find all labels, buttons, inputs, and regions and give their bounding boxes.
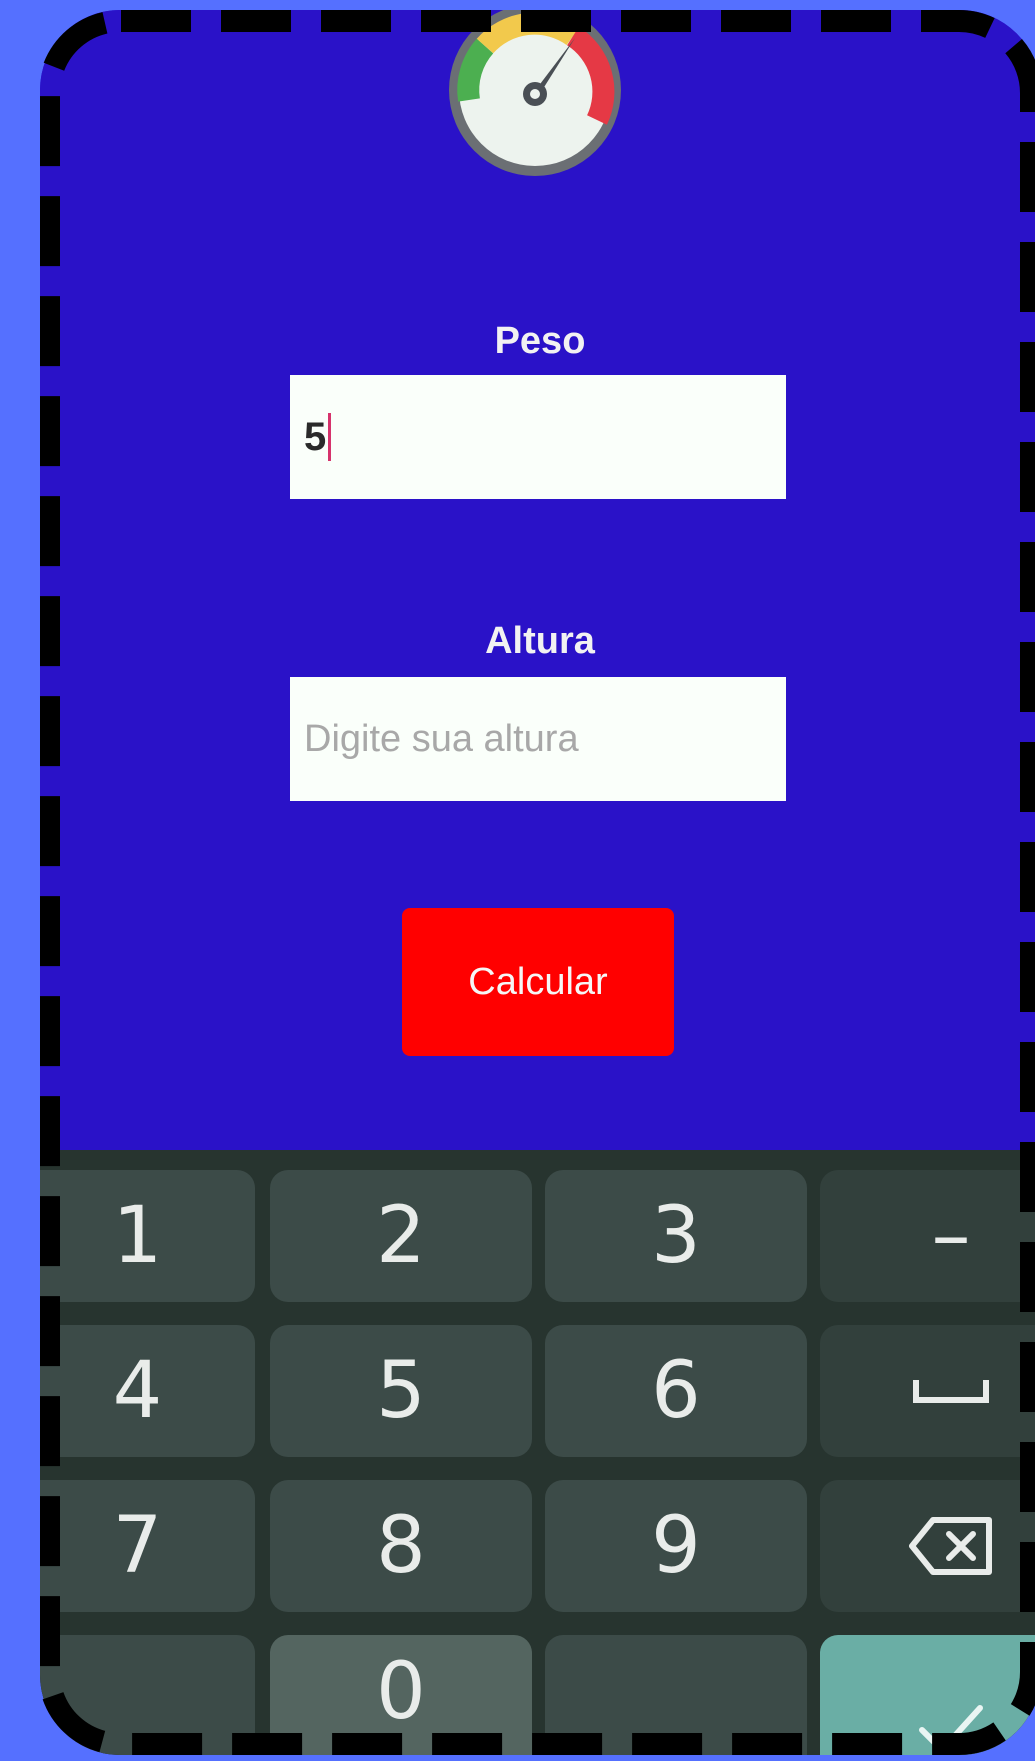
peso-input-value: 5 (304, 415, 327, 459)
key-9[interactable]: 9 (545, 1480, 807, 1612)
phone-screen: Peso 5 Altura Digite sua altura Calcular… (40, 10, 1035, 1755)
key-done[interactable] (820, 1635, 1035, 1755)
key-2[interactable]: 2 (270, 1170, 532, 1302)
key-minus[interactable]: – (820, 1170, 1035, 1302)
key-8[interactable]: 8 (270, 1480, 532, 1612)
key-4[interactable]: 4 (40, 1325, 255, 1457)
key-comma[interactable]: , (40, 1635, 255, 1755)
altura-input-placeholder: Digite sua altura (304, 717, 579, 760)
altura-input[interactable]: Digite sua altura (290, 677, 786, 801)
backspace-icon (909, 1517, 992, 1575)
key-5[interactable]: 5 (270, 1325, 532, 1457)
numeric-keyboard: 1 2 3 – 4 5 6 7 8 9 , 0 . (40, 1150, 1035, 1755)
key-space[interactable] (820, 1325, 1035, 1457)
calcular-button[interactable]: Calcular (402, 908, 674, 1056)
key-backspace[interactable] (820, 1480, 1035, 1612)
bmi-app: Peso 5 Altura Digite sua altura Calcular (40, 10, 1035, 1140)
key-6[interactable]: 6 (545, 1325, 807, 1457)
key-1[interactable]: 1 (40, 1170, 255, 1302)
key-7[interactable]: 7 (40, 1480, 255, 1612)
text-caret (328, 413, 332, 461)
checkmark-icon (919, 1705, 983, 1753)
speedometer-icon (445, 10, 625, 180)
key-dot-label: . (666, 1714, 686, 1755)
key-comma-label: , (128, 1743, 147, 1755)
space-icon (913, 1380, 989, 1403)
key-dot[interactable]: . (545, 1635, 807, 1755)
peso-label: Peso (494, 320, 586, 362)
peso-input[interactable]: 5 (290, 375, 786, 499)
key-0[interactable]: 0 (270, 1635, 532, 1755)
key-3[interactable]: 3 (545, 1170, 807, 1302)
altura-label: Altura (485, 620, 595, 662)
